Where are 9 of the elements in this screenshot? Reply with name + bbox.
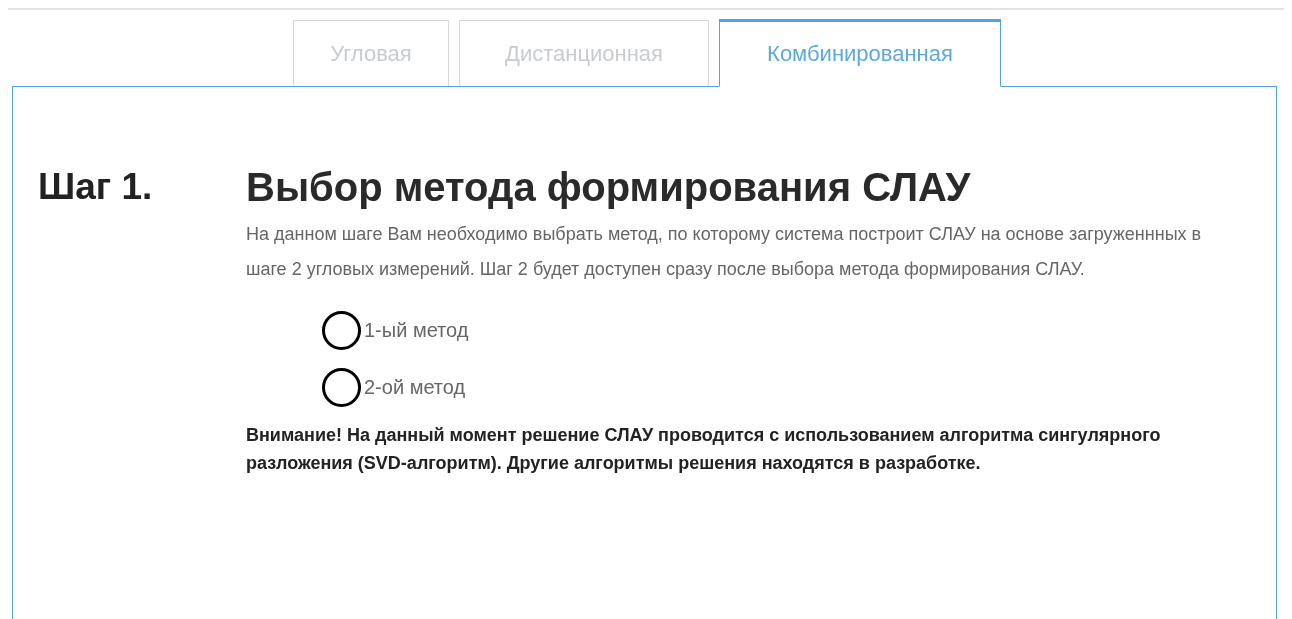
step-number: Шаг 1.	[37, 165, 154, 209]
warning-text: Внимание! На данный момент решение СЛАУ проводится с использованием алгоритма сингулярного разложения (SVD-алгоритм). Другие алгоритмы решения находятся в разработке.	[246, 424, 1162, 475]
option-label[interactable]: 2-ой метод	[364, 376, 466, 399]
radio-button[interactable]	[322, 368, 361, 407]
option-label[interactable]: 1-ый метод	[364, 319, 469, 342]
tab[interactable]: Комбинированная	[719, 19, 1001, 87]
step-title: Выбор метода формирования СЛАУ	[246, 164, 972, 211]
radio-button[interactable]	[322, 311, 361, 350]
step-description: На данном шаге Вам необходимо выбрать метод, по которому система построит СЛАУ на основе загруженнных в шаге 2 угловых измерений. Шаг 2 будет доступен сразу после выбора метода формирования СЛАУ.	[246, 223, 1203, 281]
